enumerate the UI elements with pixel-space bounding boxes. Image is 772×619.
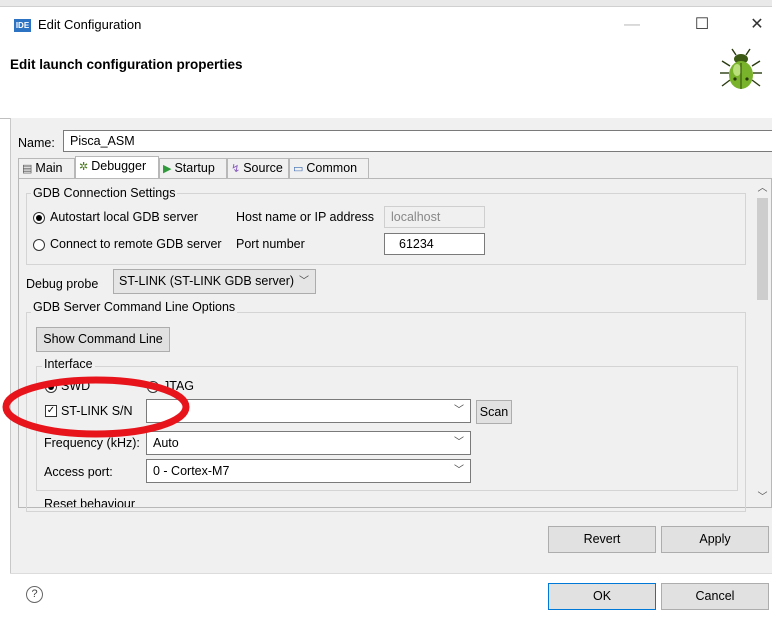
minimize-button[interactable]: — — [614, 12, 650, 38]
autostart-label: Autostart local GDB server — [50, 210, 198, 224]
tab-common[interactable]: ▭ Common — [289, 158, 369, 178]
chevron-down-icon: ﹀ — [454, 437, 464, 448]
tab-main[interactable]: ▤ Main — [18, 158, 75, 178]
name-field[interactable]: Pisca_ASM — [63, 130, 772, 152]
play-icon: ▶ — [163, 163, 172, 175]
tab-source[interactable]: ↯ Source — [227, 158, 289, 178]
bug-icon: ✲ — [79, 161, 89, 173]
tab-label: Main — [35, 161, 63, 175]
tab-debugger[interactable]: ✲ Debugger — [75, 156, 159, 179]
access-port-label: Access port: — [44, 465, 113, 479]
autostart-radio[interactable] — [33, 212, 45, 224]
tab-startup[interactable]: ▶ Startup — [159, 158, 227, 178]
gdb-server-options-label: GDB Server Command Line Options — [31, 300, 238, 314]
apply-button[interactable]: Apply — [661, 526, 769, 553]
interface-group-label: Interface — [42, 357, 95, 371]
name-label: Name: — [18, 136, 55, 150]
chevron-down-icon: ﹀ — [299, 276, 309, 287]
scroll-down-arrow-icon[interactable]: ﹀ — [754, 489, 771, 506]
window-icon: ▭ — [293, 163, 304, 175]
reset-behaviour-label: Reset behaviour — [44, 497, 136, 507]
bug-icon — [720, 48, 762, 89]
tab-label: Startup — [174, 161, 215, 175]
show-command-line-button[interactable]: Show Command Line — [36, 327, 170, 352]
cancel-button[interactable]: Cancel — [661, 583, 769, 610]
source-icon: ↯ — [231, 163, 241, 175]
scrollbar-thumb[interactable] — [757, 198, 768, 300]
header-title: Edit launch configuration properties — [10, 57, 243, 72]
remote-server-radio[interactable] — [33, 239, 45, 251]
background-window-strip — [0, 0, 772, 7]
access-port-value: 0 - Cortex-M7 — [153, 464, 230, 478]
gdb-connection-group-label: GDB Connection Settings — [31, 186, 178, 200]
footer-divider — [10, 573, 772, 574]
tab-label: Source — [243, 161, 283, 175]
dialog-header — [0, 38, 772, 119]
close-button[interactable]: ✕ — [739, 12, 772, 38]
chevron-down-icon: ﹀ — [454, 465, 464, 476]
debug-probe-label: Debug probe — [26, 277, 99, 291]
help-icon[interactable]: ? — [26, 586, 43, 603]
debug-probe-value: ST-LINK (ST-LINK GDB server) — [119, 274, 295, 288]
ide-app-icon: IDE — [14, 19, 31, 32]
scan-button[interactable]: Scan — [476, 400, 512, 424]
host-input[interactable]: localhost — [384, 206, 485, 228]
ok-button[interactable]: OK — [548, 583, 656, 610]
annotation-ellipse — [2, 376, 190, 438]
port-input[interactable]: 61234 — [384, 233, 485, 255]
port-label: Port number — [236, 237, 305, 251]
revert-button[interactable]: Revert — [548, 526, 656, 553]
tab-label: Debugger — [91, 159, 147, 173]
maximize-button[interactable]: ☐ — [684, 12, 720, 38]
tab-label: Common — [306, 161, 358, 175]
debug-probe-select[interactable]: ST-LINK (ST-LINK GDB server) ﹀ — [113, 269, 316, 294]
chevron-down-icon: ﹀ — [454, 405, 464, 416]
scroll-up-arrow-icon[interactable]: ︿ — [754, 180, 771, 197]
window-title: Edit Configuration — [38, 17, 142, 32]
remote-server-label: Connect to remote GDB server — [50, 237, 222, 251]
host-label: Host name or IP address — [236, 210, 375, 224]
access-port-combo[interactable]: 0 - Cortex-M7 ﹀ — [146, 459, 471, 483]
page-icon: ▤ — [22, 163, 33, 175]
